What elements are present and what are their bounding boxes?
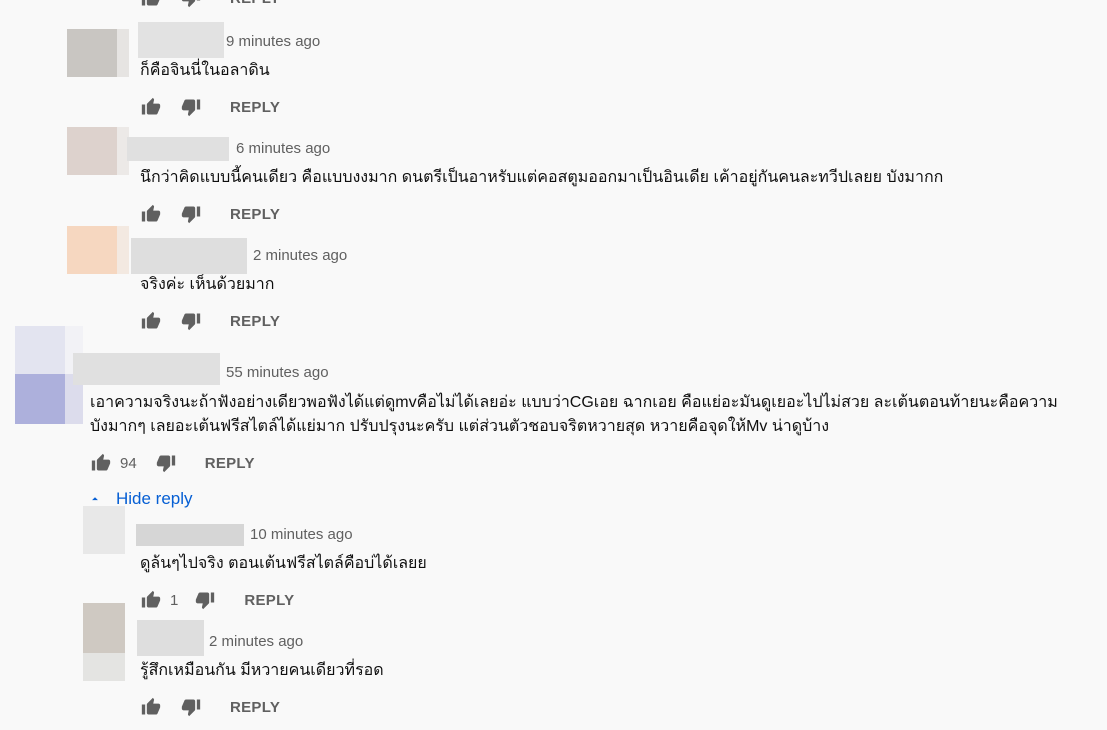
comment-text-line-2: บังมากๆ เลยอะเต้นฟรีสไตล์ได้แย่มาก ปรับป… — [90, 418, 830, 435]
like-icon[interactable] — [140, 310, 162, 332]
like-icon[interactable] — [140, 203, 162, 225]
caret-up-icon — [92, 497, 98, 501]
comment-text: นึกว่าคิดแบบนี้คนเดียว คือแบบงงมาก ดนตรี… — [140, 169, 944, 186]
comment-text: ก็คือจินนี่ในอลาดิน — [140, 62, 270, 79]
author-name[interactable] — [127, 137, 229, 161]
comment-actions: REPLY — [140, 695, 280, 719]
comment-actions: 94 REPLY — [90, 451, 255, 475]
dislike-icon[interactable] — [180, 310, 202, 332]
reply-button[interactable]: REPLY — [230, 206, 280, 223]
author-name[interactable] — [136, 524, 244, 546]
reply-button[interactable]: REPLY — [230, 699, 280, 716]
dislike-icon[interactable] — [180, 96, 202, 118]
author-name[interactable] — [131, 238, 247, 274]
comment-text: รู้สึกเหมือนกัน มีหวายคนเดียวที่รอด — [140, 662, 384, 679]
hide-reply-label: Hide reply — [116, 489, 193, 508]
reply-button[interactable]: REPLY — [230, 313, 280, 330]
like-icon[interactable] — [140, 589, 162, 611]
comment-actions: 1 REPLY — [140, 588, 294, 612]
like-count: 94 — [120, 454, 137, 472]
avatar[interactable] — [67, 127, 129, 175]
dislike-icon[interactable] — [180, 696, 202, 718]
avatar[interactable] — [67, 29, 129, 77]
reply-button[interactable]: REPLY — [230, 99, 280, 116]
comment-actions: REPLY — [140, 309, 280, 333]
like-count: 1 — [170, 591, 179, 609]
dislike-icon[interactable] — [155, 452, 177, 474]
timestamp[interactable]: 9 minutes ago — [226, 33, 320, 50]
comment-text: ดูล้นๆไปจริง ตอนเต้นฟรีสไตล์คือบ่ได้เลยย — [140, 555, 427, 572]
timestamp[interactable]: 2 minutes ago — [253, 247, 347, 264]
avatar[interactable] — [83, 506, 125, 554]
reply-button[interactable]: REPLY — [244, 592, 294, 609]
comment-text: จริงค่ะ เห็นด้วยมาก — [140, 276, 275, 293]
like-icon[interactable] — [140, 696, 162, 718]
avatar[interactable] — [83, 603, 125, 681]
reply-button[interactable]: REPLY — [205, 455, 255, 472]
dislike-icon[interactable] — [180, 0, 202, 9]
like-icon[interactable] — [140, 0, 162, 9]
timestamp[interactable]: 55 minutes ago — [226, 364, 329, 381]
timestamp[interactable]: 10 minutes ago — [250, 526, 353, 543]
dislike-icon[interactable] — [180, 203, 202, 225]
author-name[interactable] — [138, 22, 224, 58]
comment-actions-top: REPLY — [140, 0, 280, 10]
author-name[interactable] — [73, 353, 220, 385]
comment-actions: REPLY — [140, 95, 280, 119]
like-icon[interactable] — [140, 96, 162, 118]
author-name[interactable] — [137, 620, 204, 656]
timestamp[interactable]: 2 minutes ago — [209, 633, 303, 650]
dislike-icon[interactable] — [194, 589, 216, 611]
comment-actions: REPLY — [140, 202, 280, 226]
reply-button[interactable]: REPLY — [230, 0, 280, 7]
comment-text-line-1: เอาความจริงนะถ้าฟังอย่างเดียวพอฟังได้แต่… — [90, 394, 1058, 411]
like-icon[interactable] — [90, 452, 112, 474]
timestamp[interactable]: 6 minutes ago — [236, 140, 330, 157]
avatar[interactable] — [67, 226, 129, 274]
